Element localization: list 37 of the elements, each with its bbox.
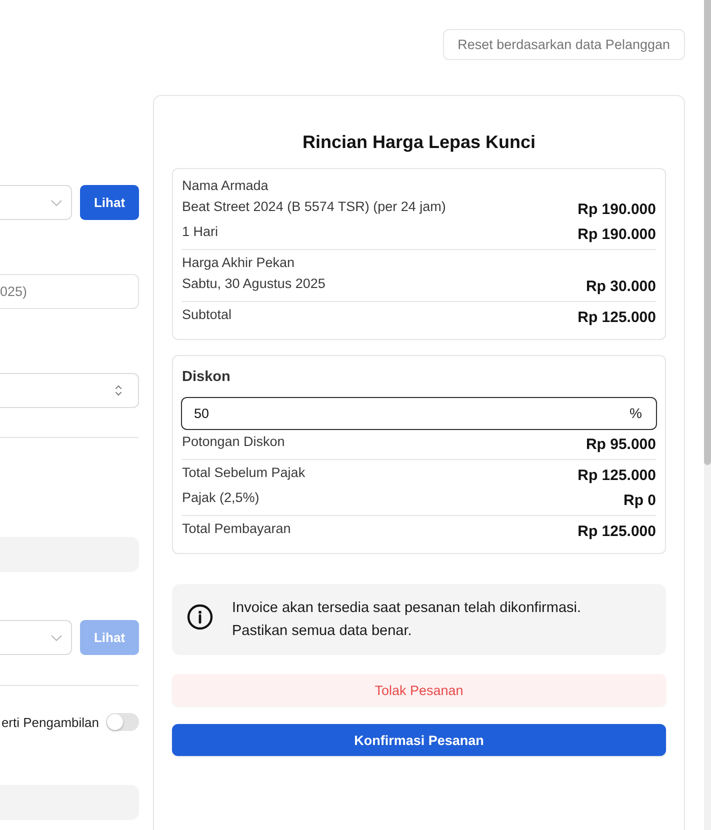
price-amount: Rp 95.000 <box>586 435 656 455</box>
select-field[interactable] <box>0 620 72 655</box>
input-field[interactable]: 025) <box>0 274 139 309</box>
detail-label: Harga Akhir Pekan <box>182 254 295 272</box>
info-icon <box>187 604 213 630</box>
detail-label: Total Pembayaran <box>182 520 291 538</box>
detail-label: Beat Street 2024 (B 5574 TSR) (per 24 jam) <box>182 198 446 216</box>
detail-label: Sabtu, 30 Agustus 2025 <box>182 275 326 293</box>
select-field[interactable] <box>0 373 139 408</box>
detail-label: Subtotal <box>182 306 232 324</box>
discount-heading: Diskon <box>182 368 232 387</box>
chevron-down-icon <box>51 634 62 640</box>
unit-label: % <box>630 405 642 422</box>
select-field[interactable] <box>0 185 72 220</box>
up-down-chevron-icon <box>115 385 122 396</box>
chevron-down-icon <box>51 200 62 206</box>
detail-label: Total Sebelum Pajak <box>182 464 306 482</box>
reset-button[interactable]: Reset berdasarkan data Pelanggan <box>442 29 685 60</box>
price-amount: Rp 125.000 <box>578 466 656 486</box>
price-amount: Rp 190.000 <box>578 225 656 245</box>
view-button[interactable]: Lihat <box>80 185 139 220</box>
price-amount: Rp 0 <box>623 491 656 511</box>
price-amount: Rp 125.000 <box>578 522 656 542</box>
card-title: Rincian Harga Lepas Kunci <box>301 131 537 154</box>
toggle-label: erti Pengambilan <box>1 714 99 730</box>
detail-label: Potongan Diskon <box>182 433 285 451</box>
price-amount: Rp 30.000 <box>586 277 656 297</box>
toggle-switch[interactable] <box>106 713 139 731</box>
notice-text: Invoice akan tersedia saat pesanan telah dikonfirmasi. Pastikan semua data benar. <box>232 598 582 640</box>
scrollbar-thumb[interactable] <box>704 0 711 465</box>
detail-label: 1 Hari <box>182 223 218 241</box>
detail-label: Nama Armada <box>182 177 268 195</box>
price-amount: Rp 190.000 <box>578 200 656 220</box>
detail-label: Pajak (2,5%) <box>182 489 260 507</box>
confirm-button[interactable]: Konfirmasi Pesanan <box>172 724 666 756</box>
reject-button[interactable]: Tolak Pesanan <box>172 674 666 706</box>
price-amount: Rp 125.000 <box>578 308 656 328</box>
